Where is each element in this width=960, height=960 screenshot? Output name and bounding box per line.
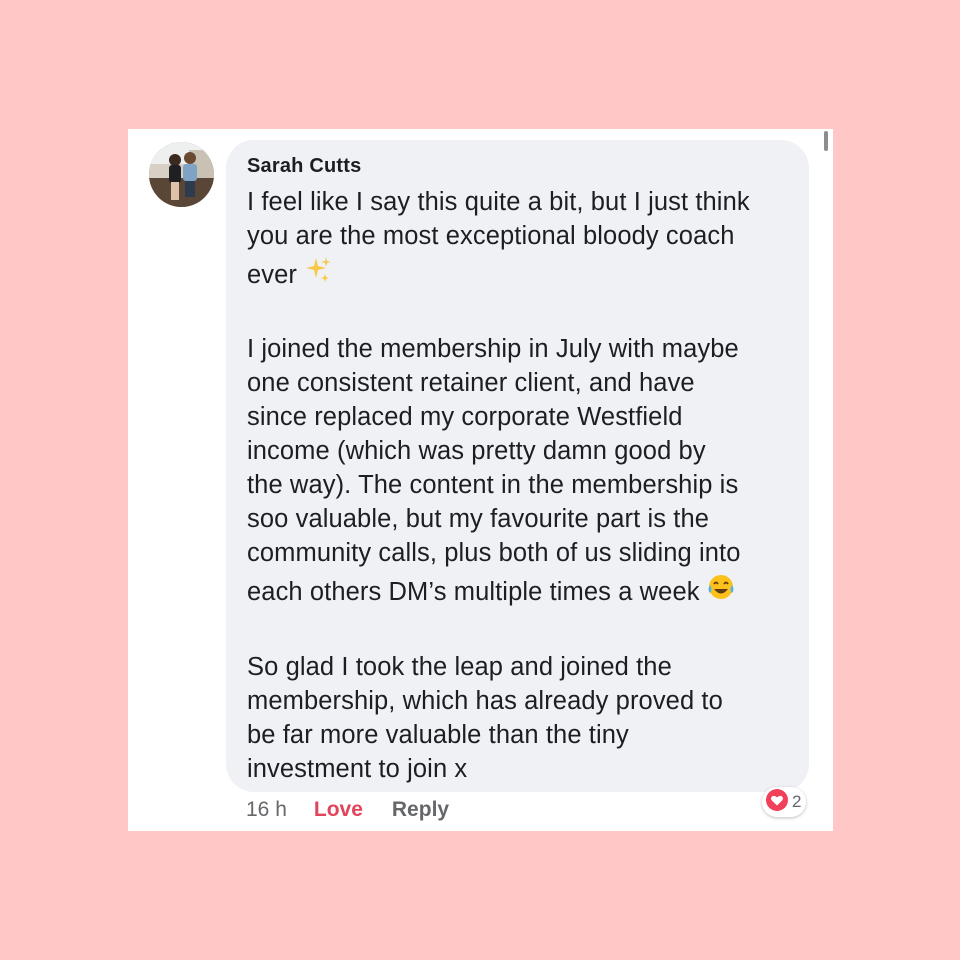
reaction-summary[interactable]: 2 — [762, 787, 807, 817]
comment-line: be far more valuable than the tiny — [247, 720, 629, 749]
comment-bubble: Sarah Cutts I feel like I say this quite… — [226, 140, 809, 792]
comment-paragraph: I feel like I say this quite a bit, but … — [247, 185, 789, 298]
comment-line: one consistent retainer client, and have — [247, 369, 695, 398]
avatar[interactable] — [149, 142, 214, 207]
scrollbar[interactable] — [824, 131, 828, 151]
comment-paragraph: I joined the membership in July with may… — [247, 332, 789, 615]
sparkles-emoji — [303, 254, 333, 298]
love-button[interactable]: Love — [314, 798, 363, 822]
comment-actions: 16 h Love Reply — [246, 795, 449, 825]
comment-body: I feel like I say this quite a bit, but … — [247, 185, 789, 786]
comment-line: since replaced my corporate Westfield — [247, 403, 683, 432]
comment-line: community calls, plus both of us sliding… — [247, 539, 741, 568]
reaction-count: 2 — [792, 792, 802, 811]
comment-card: Sarah Cutts I feel like I say this quite… — [128, 129, 833, 831]
heart-reaction-icon — [765, 788, 789, 817]
avatar-photo — [149, 142, 214, 207]
comment-line: you are the most exceptional bloody coac… — [247, 222, 735, 250]
comment-line: income (which was pretty damn good by — [247, 437, 706, 466]
comment-line: membership, which has already proved to — [247, 686, 723, 715]
tears-of-joy-emoji — [706, 572, 736, 616]
comment-timestamp[interactable]: 16 h — [246, 798, 287, 822]
comment-line-text: each others DM’s multiple times a week — [247, 578, 700, 607]
comment-line-text: ever — [247, 261, 298, 289]
comment-line: So glad I took the leap and joined the — [247, 652, 672, 681]
comment-paragraph: So glad I took the leap and joined the m… — [247, 650, 789, 786]
comment-line: ever — [247, 253, 789, 298]
comment-line: soo valuable, but my favourite part is t… — [247, 505, 710, 534]
comment-author[interactable]: Sarah Cutts — [247, 154, 789, 178]
comment-line: the way). The content in the membership … — [247, 471, 739, 500]
reply-button[interactable]: Reply — [392, 798, 449, 822]
comment-line: each others DM’s multiple times a week — [247, 570, 789, 615]
comment-line: I joined the membership in July with may… — [247, 335, 739, 364]
comment-line: investment to join x — [247, 754, 468, 783]
comment-line: I feel like I say this quite a bit, but … — [247, 188, 750, 216]
